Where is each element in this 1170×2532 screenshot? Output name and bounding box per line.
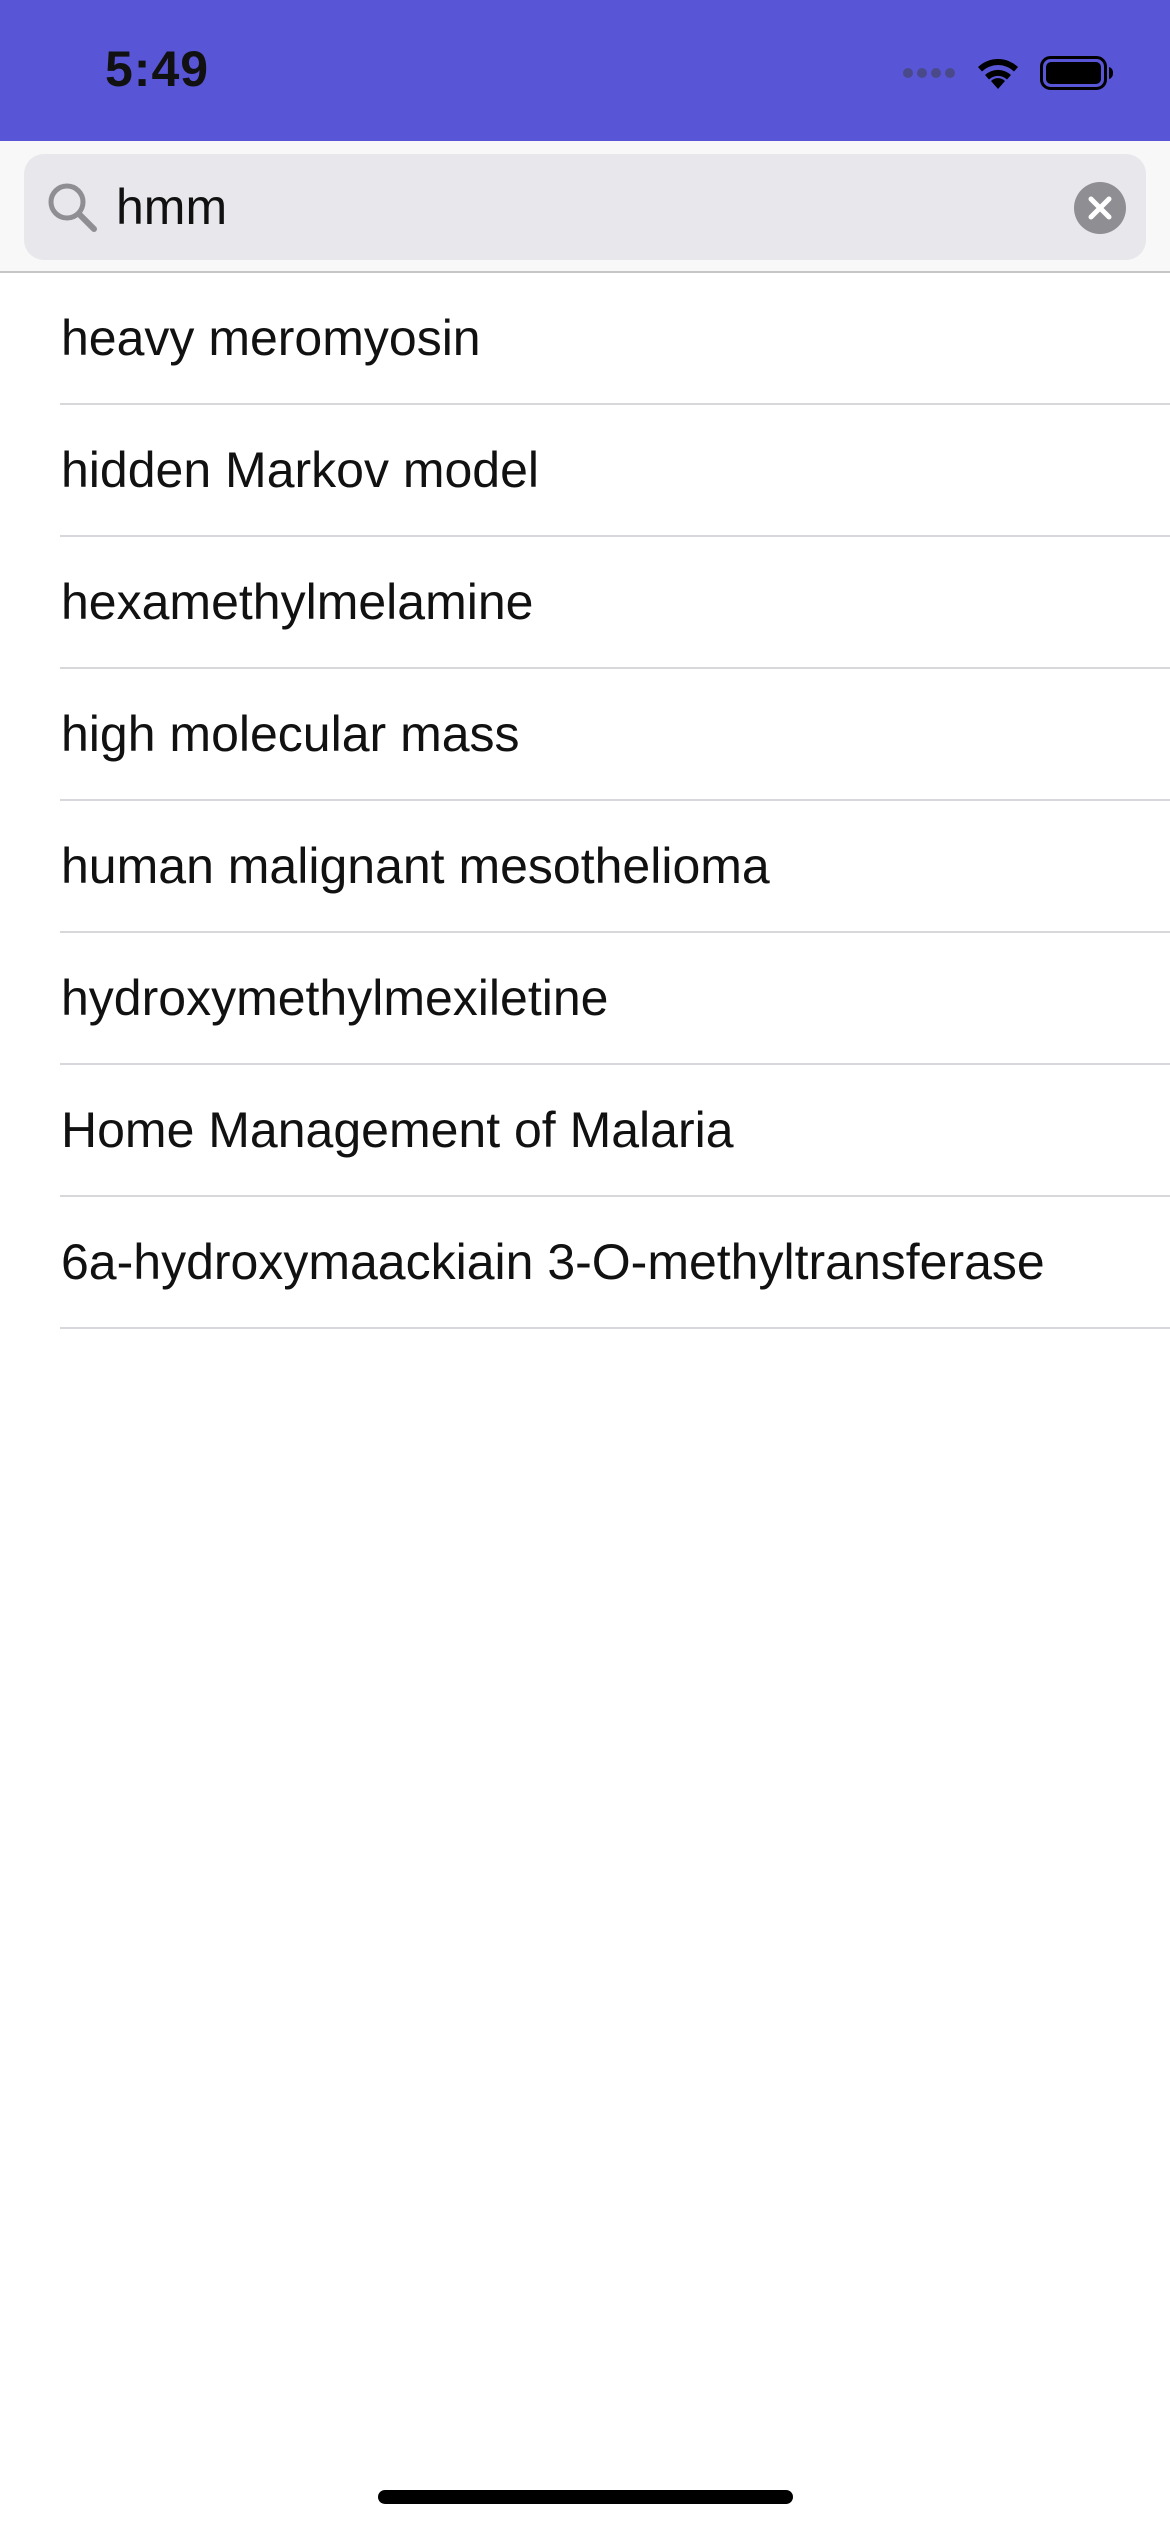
list-item-label: high molecular mass — [61, 706, 520, 762]
status-bar: 5:49 — [0, 0, 1170, 141]
list-item[interactable]: hidden Markov model — [0, 405, 1170, 537]
search-input[interactable] — [116, 154, 1076, 260]
status-icons — [902, 52, 1114, 94]
list-item[interactable]: human malignant mesothelioma — [0, 801, 1170, 933]
list-item[interactable]: Home Management of Malaria — [0, 1065, 1170, 1197]
list-item-label: Home Management of Malaria — [61, 1102, 734, 1158]
search-field[interactable] — [24, 154, 1146, 260]
signal-dots-icon — [903, 68, 955, 78]
wifi-icon — [978, 59, 1018, 89]
battery-icon — [1040, 56, 1113, 90]
search-bar — [0, 141, 1170, 273]
search-icon — [48, 183, 97, 232]
list-item-label: hexamethylmelamine — [61, 574, 534, 630]
list-item[interactable]: hexamethylmelamine — [0, 537, 1170, 669]
list-item-label: human malignant mesothelioma — [61, 838, 770, 894]
list-item-label: heavy meromyosin — [61, 310, 481, 366]
list-item-label: hidden Markov model — [61, 442, 540, 498]
list-item[interactable]: hydroxymethylmexiletine — [0, 933, 1170, 1065]
list-item-label: 6a-hydroxymaackiain 3-O-methyltransferas… — [61, 1234, 1045, 1290]
list-item[interactable]: 6a-hydroxymaackiain 3-O-methyltransferas… — [0, 1197, 1170, 1329]
status-time: 5:49 — [105, 41, 210, 97]
home-indicator[interactable] — [378, 2490, 793, 2504]
list-item[interactable]: heavy meromyosin — [0, 273, 1170, 405]
results-list: heavy meromyosin hidden Markov model hex… — [0, 273, 1170, 1329]
list-item-label: hydroxymethylmexiletine — [61, 970, 609, 1026]
clear-icon[interactable] — [1074, 182, 1126, 234]
list-item[interactable]: high molecular mass — [0, 669, 1170, 801]
